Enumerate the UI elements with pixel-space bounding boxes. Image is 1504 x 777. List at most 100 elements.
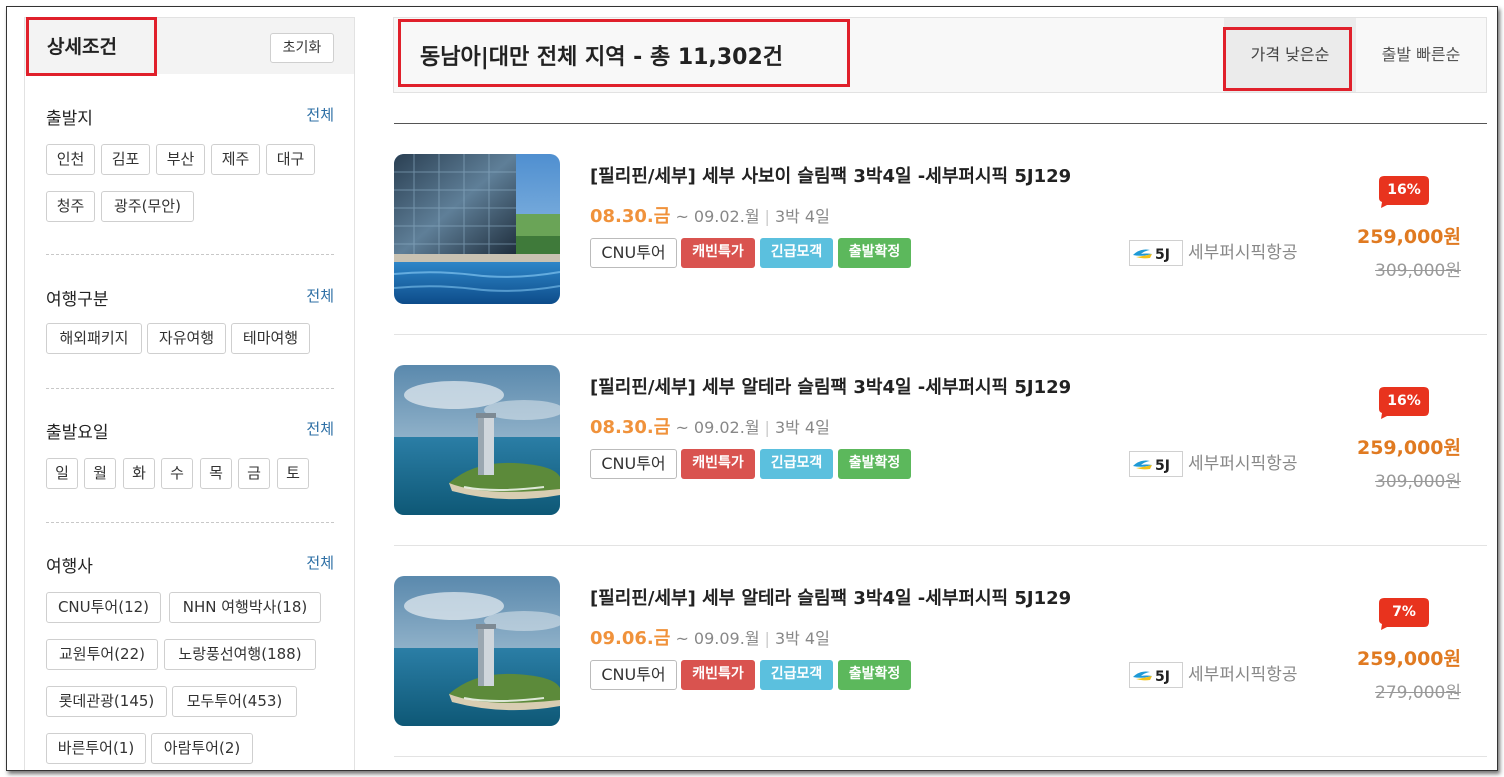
- date-start: 09.06.금: [590, 628, 671, 649]
- discount-rate: 16%: [1387, 182, 1421, 198]
- airline-name: 세부퍼시픽항공: [1188, 665, 1298, 685]
- chip-departure[interactable]: 김포: [101, 144, 150, 175]
- chip-departure[interactable]: 청주: [46, 191, 95, 222]
- airline-logo-icon: 5J: [1129, 240, 1183, 266]
- chip-departure[interactable]: 대구: [266, 144, 315, 175]
- date-end: ~ 09.02.월: [675, 207, 760, 226]
- travel-dates: 08.30.금 ~ 09.02.월 | 3박 4일: [590, 413, 830, 439]
- chip-travel-type[interactable]: 테마여행: [231, 323, 310, 354]
- chip-weekday[interactable]: 월: [84, 458, 116, 489]
- product-title[interactable]: [필리핀/세부] 세부 알테라 슬림팩 3박4일 -세부퍼시픽 5J129: [590, 373, 1071, 399]
- chip-travel-type[interactable]: 자유여행: [147, 323, 226, 354]
- discount-badge: 7%: [1379, 598, 1429, 630]
- original-price: 279,000원: [1375, 683, 1461, 703]
- travel-dates: 09.06.금 ~ 09.09.월 | 3박 4일: [590, 624, 830, 650]
- filter-section-travel-type: 여행구분 전체 해외패키지 자유여행 테마여행: [46, 285, 334, 375]
- chip-weekday[interactable]: 토: [277, 458, 309, 489]
- chip-agency[interactable]: 노랑풍선여행(188): [164, 639, 316, 670]
- chip-agency[interactable]: 바른투어(1): [46, 733, 146, 764]
- product-item[interactable]: [필리핀/세부] 세부 알테라 슬림팩 3박4일 -세부퍼시픽 5J129 09…: [394, 546, 1487, 757]
- chip-agency[interactable]: NHN 여행박사(18): [169, 592, 321, 623]
- filter-section-agency: 여행사 전체 CNU투어(12) NHN 여행박사(18) 교원투어(22) 노…: [46, 552, 334, 770]
- sort-price-low-button[interactable]: 가격 낮은순: [1224, 18, 1356, 92]
- chip-weekday[interactable]: 목: [200, 458, 232, 489]
- chip-agency[interactable]: 아람투어(2): [151, 733, 253, 764]
- select-all-link[interactable]: 전체: [306, 418, 334, 439]
- filter-section-weekday: 출발요일 전체 일 월 화 수 목 금 토: [46, 418, 334, 508]
- product-title[interactable]: [필리핀/세부] 세부 알테라 슬림팩 3박4일 -세부퍼시픽 5J129: [590, 584, 1071, 610]
- divider: [46, 522, 334, 523]
- tag-urgent: 긴급모객: [760, 238, 833, 268]
- chip-weekday[interactable]: 일: [46, 458, 78, 489]
- trip-duration: 3박 4일: [774, 629, 830, 648]
- section-title: 여행사: [46, 557, 93, 577]
- sale-price: 259,000원: [1356, 648, 1461, 670]
- svg-text:5J: 5J: [1155, 458, 1170, 474]
- separator: |: [764, 418, 770, 437]
- result-count-title: 동남아|대만 전체 지역 - 총 11,302건: [420, 45, 783, 70]
- airline-logo-icon: 5J: [1129, 662, 1183, 688]
- filter-section-departure: 출발지 전체 인천 김포 부산 제주 대구 청주 광주(무안): [46, 104, 334, 244]
- section-title: 여행구분: [46, 290, 109, 310]
- product-thumbnail[interactable]: [394, 365, 560, 515]
- tag-cabin-special: 캐빈특가: [681, 449, 755, 479]
- discount-rate: 7%: [1392, 604, 1416, 620]
- tag-vendor: CNU투어: [590, 660, 677, 690]
- original-price: 309,000원: [1375, 261, 1461, 281]
- divider: [46, 388, 334, 389]
- chip-departure[interactable]: 인천: [46, 144, 95, 175]
- chip-agency[interactable]: 교원투어(22): [46, 639, 158, 670]
- sale-price: 259,000원: [1356, 437, 1461, 459]
- chip-weekday[interactable]: 금: [238, 458, 270, 489]
- airline-logo-icon: 5J: [1129, 451, 1183, 477]
- product-thumbnail[interactable]: [394, 576, 560, 726]
- sidebar-title: 상세조건: [47, 36, 117, 58]
- chip-weekday[interactable]: 수: [161, 458, 193, 489]
- product-thumbnail[interactable]: [394, 154, 560, 304]
- product-item[interactable]: [필리핀/세부] 세부 사보이 슬림팩 3박4일 -세부퍼시픽 5J129 08…: [394, 124, 1487, 335]
- sidebar-header: 상세조건 초기화: [25, 18, 354, 74]
- travel-dates: 08.30.금 ~ 09.02.월 | 3박 4일: [590, 202, 830, 228]
- svg-text:5J: 5J: [1155, 247, 1170, 263]
- filter-sidebar: 상세조건 초기화 출발지 전체 인천 김포 부산 제주 대구 청주 광주(무안)…: [24, 17, 355, 770]
- tag-vendor: CNU투어: [590, 238, 677, 268]
- discount-badge: 16%: [1379, 176, 1429, 208]
- results-header: 동남아|대만 전체 지역 - 총 11,302건 가격 낮은순 출발 빠른순: [393, 17, 1487, 93]
- airline-name: 세부퍼시픽항공: [1188, 243, 1298, 263]
- tag-cabin-special: 캐빈특가: [681, 660, 755, 690]
- discount-badge: 16%: [1379, 387, 1429, 419]
- chip-departure[interactable]: 광주(무안): [101, 191, 194, 222]
- sale-price: 259,000원: [1356, 226, 1461, 248]
- chip-travel-type[interactable]: 해외패키지: [46, 323, 142, 354]
- chip-agency[interactable]: CNU투어(12): [46, 592, 161, 623]
- trip-duration: 3박 4일: [774, 418, 830, 437]
- chip-departure[interactable]: 제주: [211, 144, 260, 175]
- discount-rate: 16%: [1387, 393, 1421, 409]
- sort-departure-early-button[interactable]: 출발 빠른순: [1356, 18, 1486, 92]
- chip-weekday[interactable]: 화: [123, 458, 155, 489]
- product-item[interactable]: [필리핀/세부] 세부 알테라 슬림팩 3박4일 -세부퍼시픽 5J129 08…: [394, 335, 1487, 546]
- separator: |: [764, 629, 770, 648]
- tag-vendor: CNU투어: [590, 449, 677, 479]
- tag-confirmed: 출발확정: [838, 449, 911, 479]
- date-start: 08.30.금: [590, 206, 671, 227]
- select-all-link[interactable]: 전체: [306, 104, 334, 125]
- chip-agency[interactable]: 롯데관광(145): [46, 686, 167, 717]
- product-title[interactable]: [필리핀/세부] 세부 사보이 슬림팩 3박4일 -세부퍼시픽 5J129: [590, 162, 1071, 188]
- chip-agency[interactable]: 모두투어(453): [172, 686, 297, 717]
- select-all-link[interactable]: 전체: [306, 552, 334, 573]
- select-all-link[interactable]: 전체: [306, 285, 334, 306]
- separator: |: [764, 207, 770, 226]
- airline-name: 세부퍼시픽항공: [1188, 454, 1298, 474]
- tag-confirmed: 출발확정: [838, 238, 911, 268]
- trip-duration: 3박 4일: [774, 207, 830, 226]
- tag-confirmed: 출발확정: [838, 660, 911, 690]
- tag-cabin-special: 캐빈특가: [681, 238, 755, 268]
- chip-departure[interactable]: 부산: [156, 144, 205, 175]
- reset-button[interactable]: 초기화: [270, 33, 334, 63]
- window-frame: 상세조건 초기화 출발지 전체 인천 김포 부산 제주 대구 청주 광주(무안)…: [6, 6, 1498, 771]
- date-end: ~ 09.02.월: [675, 418, 760, 437]
- date-start: 08.30.금: [590, 417, 671, 438]
- date-end: ~ 09.09.월: [675, 629, 760, 648]
- section-title: 출발지: [46, 109, 93, 129]
